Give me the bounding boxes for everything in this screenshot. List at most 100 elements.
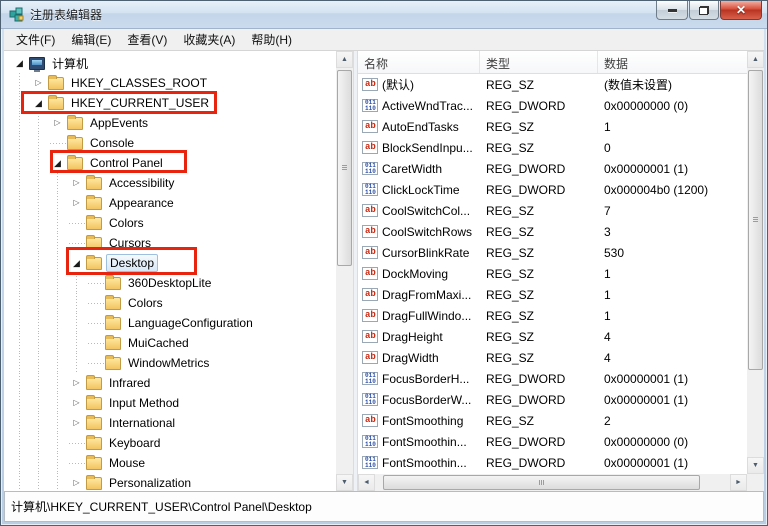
tree-label[interactable]: 计算机 [49, 54, 91, 73]
registry-value-row[interactable]: ClickLockTimeREG_DWORD0x000004b0 (1200) [358, 179, 747, 200]
tree-item-appearance[interactable]: ▷Appearance [4, 193, 336, 213]
column-header-type[interactable]: 类型 [480, 51, 598, 73]
registry-value-row[interactable]: CursorBlinkRateREG_SZ530 [358, 242, 747, 263]
registry-value-row[interactable]: FocusBorderH...REG_DWORD0x00000001 (1) [358, 368, 747, 389]
value-name[interactable]: FocusBorderH... [382, 372, 469, 386]
tree-item-muicached[interactable]: MuiCached [4, 333, 336, 353]
value-name[interactable]: ActiveWndTrac... [382, 99, 473, 113]
tree-label[interactable]: 360DesktopLite [125, 275, 214, 291]
tree-item-360desktoplite[interactable]: 360DesktopLite [4, 273, 336, 293]
tree-label[interactable]: Mouse [106, 455, 148, 471]
value-name[interactable]: DragWidth [382, 351, 439, 365]
registry-value-row[interactable]: ActiveWndTrac...REG_DWORD0x00000000 (0) [358, 95, 747, 116]
list-vertical-scrollbar[interactable]: ▲ ▼ [747, 51, 764, 474]
tree-item-hkey-current-user[interactable]: ◢ HKEY_CURRENT_USER [4, 93, 336, 113]
tree-item-console[interactable]: Console [4, 133, 336, 153]
tree-item-keyboard[interactable]: Keyboard [4, 433, 336, 453]
tree-item-desktop[interactable]: ◢Desktop [4, 253, 336, 273]
value-name[interactable]: ClickLockTime [382, 183, 460, 197]
scroll-down-icon[interactable]: ▼ [747, 457, 764, 474]
tree-label[interactable]: Control Panel [87, 155, 166, 171]
tree-item-计算机[interactable]: ◢ 计算机 [4, 53, 336, 73]
tree-item-input-method[interactable]: ▷ Input Method [4, 393, 336, 413]
list-horizontal-scrollbar[interactable]: ◄ ► [358, 474, 747, 491]
value-name[interactable]: CursorBlinkRate [382, 246, 469, 260]
horizontal-scroll-track[interactable] [375, 474, 730, 491]
restore-button[interactable] [689, 1, 719, 20]
value-name[interactable]: DragFromMaxi... [382, 288, 471, 302]
tree-vertical-scrollbar[interactable]: ▲ ▼ [336, 51, 353, 491]
tree-item-languageconfiguration[interactable]: LanguageConfiguration [4, 313, 336, 333]
collapsed-arrow-icon[interactable]: ▷ [67, 393, 86, 413]
horizontal-scrollbar-thumb[interactable] [383, 475, 700, 490]
tree-label[interactable]: Input Method [106, 395, 182, 411]
tree-label[interactable]: Accessibility [106, 175, 177, 191]
tree-item-infrared[interactable]: ▷ Infrared [4, 373, 336, 393]
tree-label[interactable]: Console [87, 135, 137, 151]
tree-label[interactable]: Colors [125, 295, 166, 311]
expanded-arrow-icon[interactable]: ◢ [29, 93, 48, 113]
list-scrollbar-thumb[interactable] [748, 70, 763, 370]
tree-label[interactable]: HKEY_CLASSES_ROOT [68, 75, 210, 91]
collapsed-arrow-icon[interactable]: ▷ [67, 373, 86, 393]
tree-item-international[interactable]: ▷International [4, 413, 336, 433]
registry-value-row[interactable]: (默认)REG_SZ(数值未设置) [358, 74, 747, 95]
tree-item-windowmetrics[interactable]: WindowMetrics [4, 353, 336, 373]
tree-label[interactable]: Infrared [106, 375, 153, 391]
registry-value-row[interactable]: BlockSendInpu...REG_SZ0 [358, 137, 747, 158]
tree-item-accessibility[interactable]: ▷ Accessibility [4, 173, 336, 193]
value-name[interactable]: FontSmoothin... [382, 456, 467, 470]
collapsed-arrow-icon[interactable]: ▷ [67, 413, 86, 433]
menu-file[interactable]: 文件(F) [8, 29, 63, 50]
value-name[interactable]: FocusBorderW... [382, 393, 471, 407]
tree-label[interactable]: Keyboard [106, 435, 163, 451]
registry-value-row[interactable]: FontSmoothin...REG_DWORD0x00000001 (1) [358, 452, 747, 473]
value-name[interactable]: CoolSwitchRows [382, 225, 472, 239]
tree-item-colors[interactable]: Colors [4, 213, 336, 233]
registry-value-row[interactable]: FontSmoothingREG_SZ2 [358, 410, 747, 431]
registry-value-row[interactable]: DockMovingREG_SZ1 [358, 263, 747, 284]
tree-item-appevents[interactable]: ▷AppEvents [4, 113, 336, 133]
collapsed-arrow-icon[interactable]: ▷ [67, 473, 86, 491]
expanded-arrow-icon[interactable]: ◢ [10, 53, 29, 73]
registry-value-row[interactable]: FocusBorderW...REG_DWORD0x00000001 (1) [358, 389, 747, 410]
scroll-down-icon[interactable]: ▼ [336, 474, 353, 491]
value-name[interactable]: DockMoving [382, 267, 448, 281]
minimize-button[interactable] [656, 1, 688, 20]
tree-scrollbar-thumb[interactable] [337, 70, 352, 266]
tree-item-colors[interactable]: Colors [4, 293, 336, 313]
column-header-data[interactable]: 数据 [598, 51, 747, 73]
expanded-arrow-icon[interactable]: ◢ [48, 153, 67, 173]
scroll-up-icon[interactable]: ▲ [747, 51, 764, 68]
tree-label[interactable]: AppEvents [87, 115, 151, 131]
close-button[interactable]: ✕ [720, 1, 762, 20]
value-name[interactable]: CoolSwitchCol... [382, 204, 470, 218]
collapsed-arrow-icon[interactable]: ▷ [67, 173, 86, 193]
tree-label[interactable]: Cursors [106, 235, 154, 251]
collapsed-arrow-icon[interactable]: ▷ [29, 73, 48, 93]
registry-value-row[interactable]: DragFromMaxi...REG_SZ1 [358, 284, 747, 305]
value-name[interactable]: CaretWidth [382, 162, 442, 176]
menu-view[interactable]: 查看(V) [119, 29, 175, 50]
value-name[interactable]: DragHeight [382, 330, 443, 344]
value-name[interactable]: BlockSendInpu... [382, 141, 473, 155]
value-name[interactable]: DragFullWindo... [382, 309, 471, 323]
tree-label[interactable]: MuiCached [125, 335, 192, 351]
registry-value-row[interactable]: CoolSwitchRowsREG_SZ3 [358, 221, 747, 242]
tree-label[interactable]: Colors [106, 215, 147, 231]
menu-favorites[interactable]: 收藏夹(A) [175, 29, 243, 50]
registry-value-row[interactable]: DragFullWindo...REG_SZ1 [358, 305, 747, 326]
tree-label[interactable]: HKEY_CURRENT_USER [68, 95, 212, 111]
registry-value-row[interactable]: DragWidthREG_SZ4 [358, 347, 747, 368]
registry-value-row[interactable]: AutoEndTasksREG_SZ1 [358, 116, 747, 137]
value-name[interactable]: FontSmoothing [382, 414, 463, 428]
tree-item-personalization[interactable]: ▷Personalization [4, 473, 336, 491]
value-name[interactable]: (默认) [382, 76, 414, 93]
column-header-name[interactable]: 名称 [358, 51, 480, 73]
registry-value-row[interactable]: CoolSwitchCol...REG_SZ7 [358, 200, 747, 221]
collapsed-arrow-icon[interactable]: ▷ [67, 193, 86, 213]
expanded-arrow-icon[interactable]: ◢ [67, 253, 86, 273]
scroll-up-icon[interactable]: ▲ [336, 51, 353, 68]
menu-edit[interactable]: 编辑(E) [63, 29, 119, 50]
menu-help[interactable]: 帮助(H) [243, 29, 300, 50]
